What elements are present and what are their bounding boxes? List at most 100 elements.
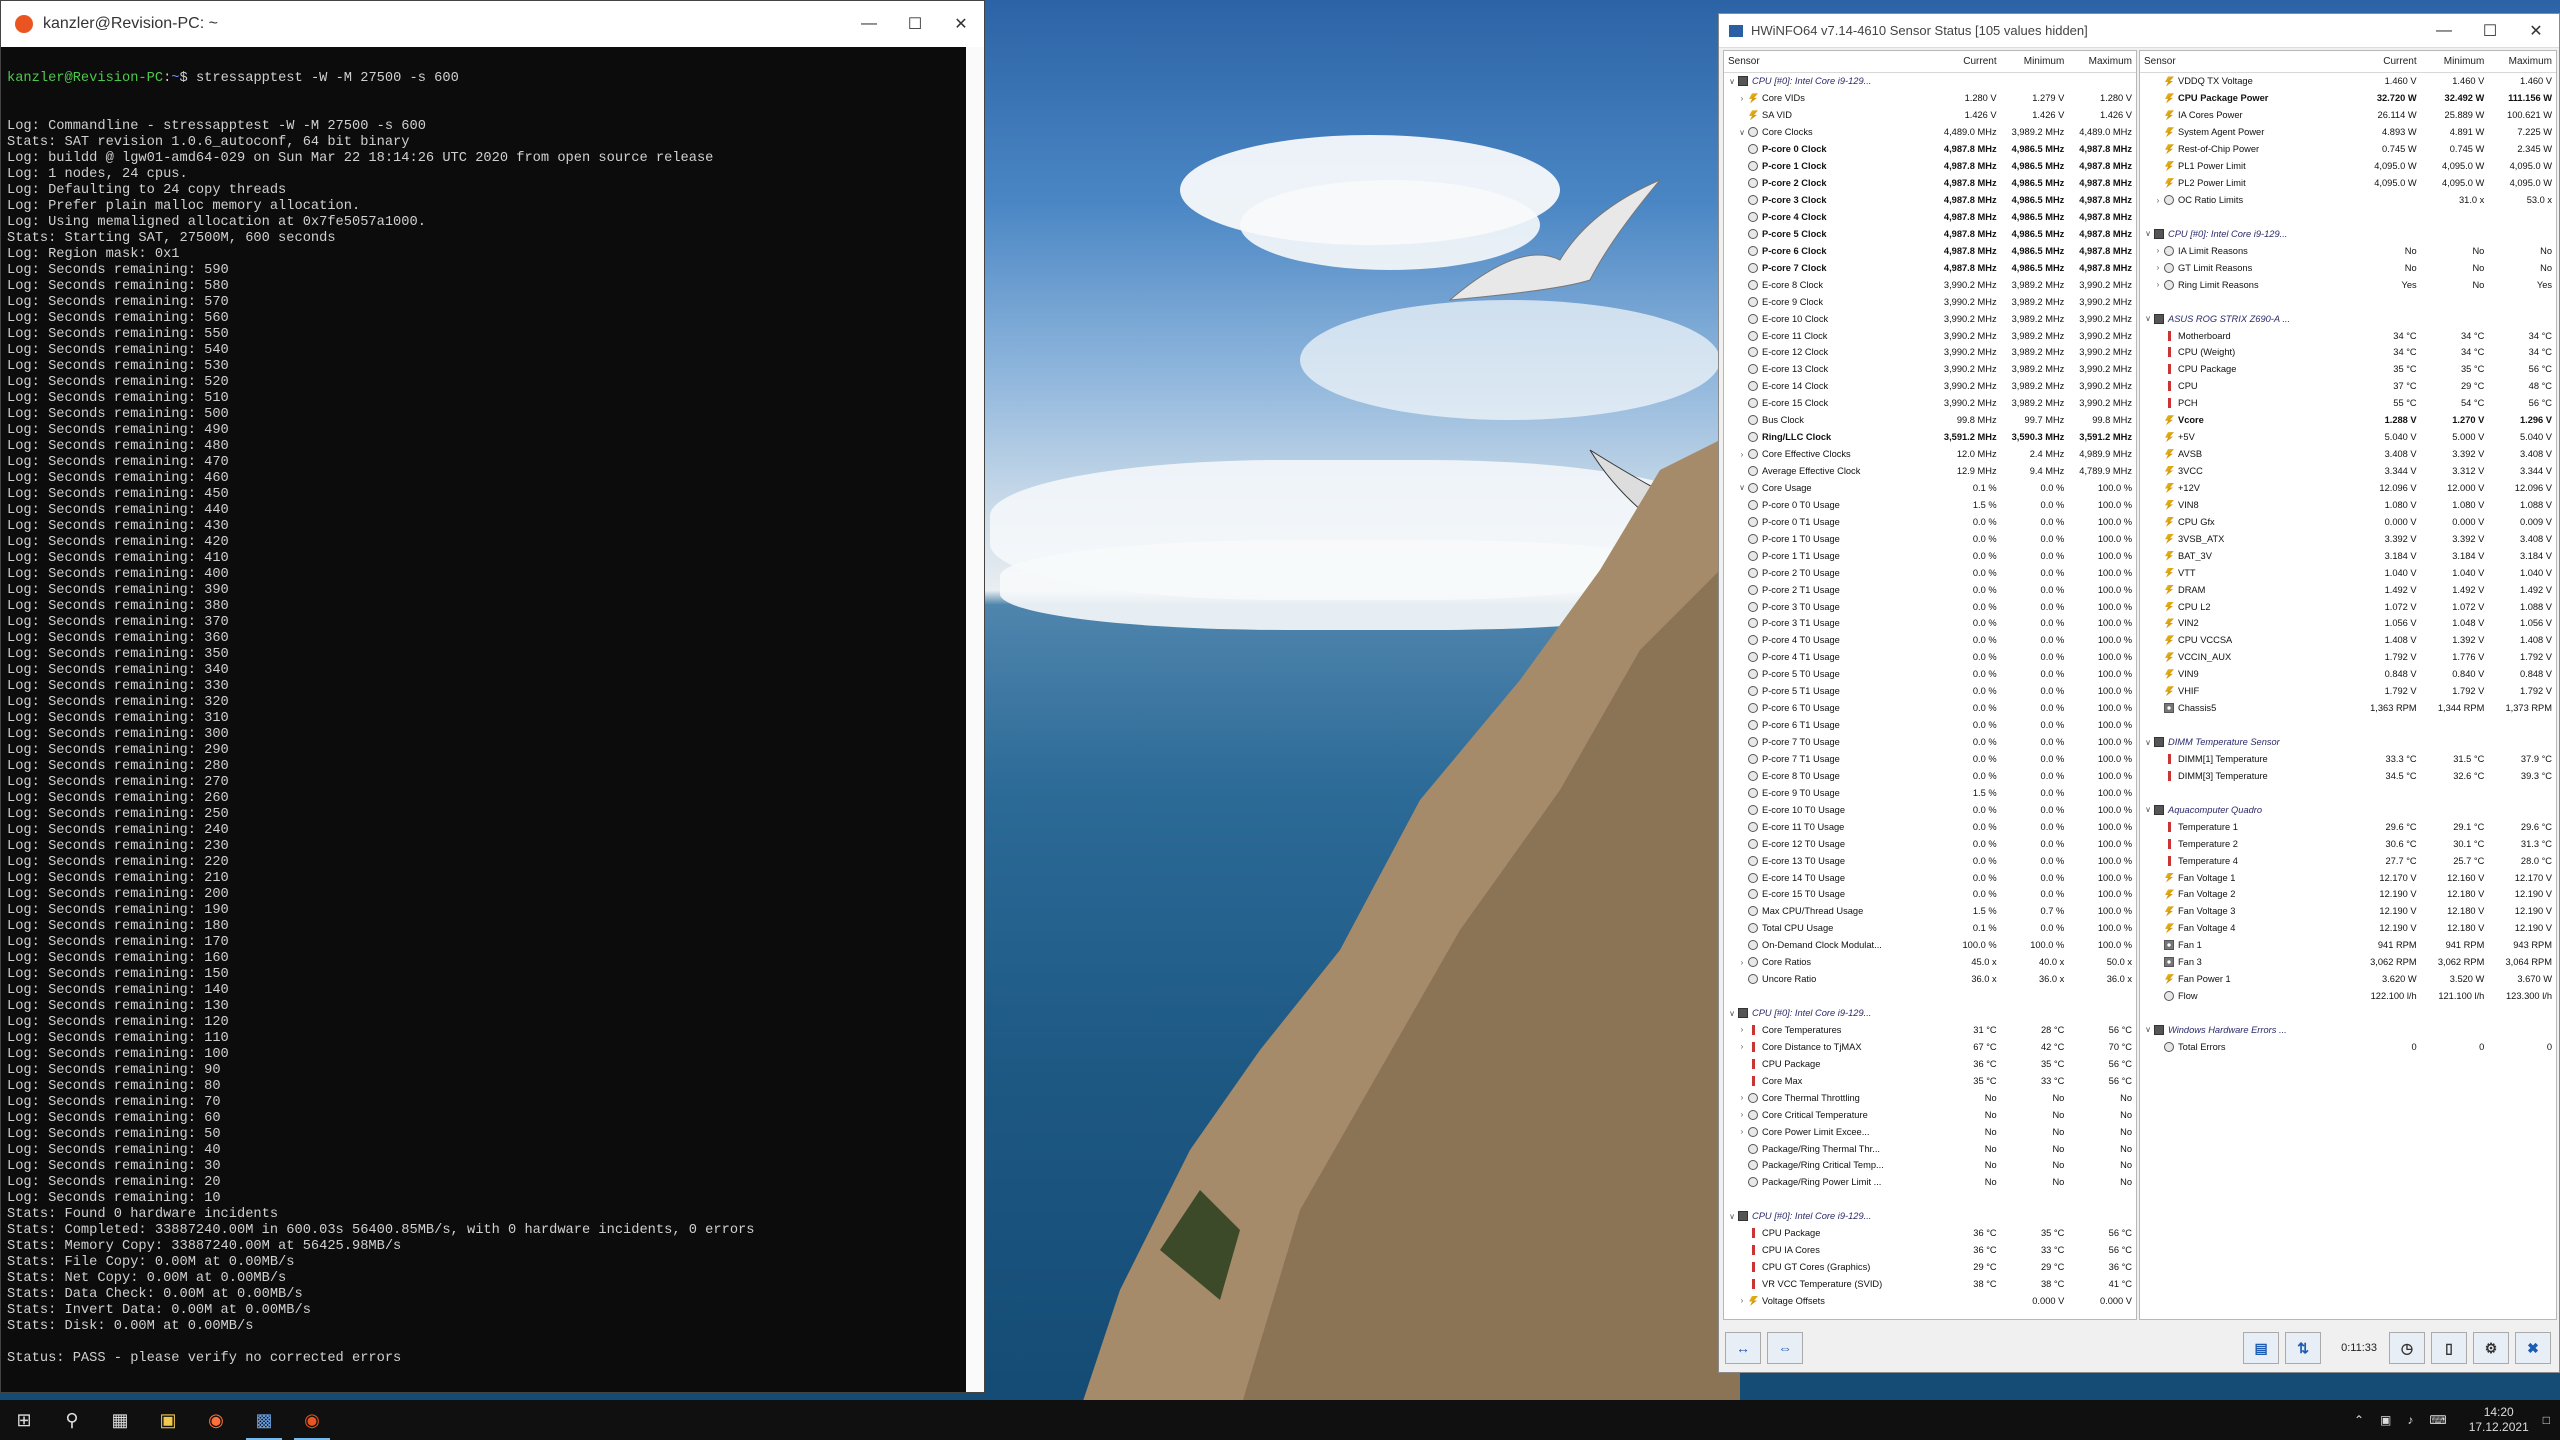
terminal-output[interactable]: kanzler@Revision-PC:~$ stressapptest -W … [7,39,967,1389]
sensor-list[interactable]: VDDQ TX Voltage 1.460 V 1.460 V 1.460 V CPU … [2140,73,2556,1055]
sensor-row[interactable]: On-Demand Clock Modulat... 100.0 % 100.0 %… [1724,937,2136,954]
sensor-row[interactable]: Package/Ring Power Limit ... No No No [1724,1174,2136,1191]
sensor-row[interactable]: VTT 1.040 V 1.040 V 1.040 V [2140,564,2556,581]
sensor-row[interactable]: › Core VIDs 1.280 V 1.279 V 1.280 V [1724,90,2136,107]
collapse-icon[interactable]: ∨ [1736,128,1748,137]
sensor-row[interactable]: CPU (Weight) 34 °C 34 °C 34 °C [2140,344,2556,361]
sensor-row[interactable]: P-core 0 Clock 4,987.8 MHz 4,986.5 MHz 4,98… [1724,141,2136,158]
sensor-row[interactable]: P-core 5 T1 Usage 0.0 % 0.0 % 100.0 % [1724,683,2136,700]
sensor-group-header[interactable]: ∨ DIMM Temperature Sensor [2140,733,2556,751]
collapse-icon[interactable]: ∨ [1726,1009,1738,1018]
sensor-row[interactable]: CPU Gfx 0.000 V 0.000 V 0.009 V [2140,513,2556,530]
sensor-group-header[interactable]: ∨ CPU [#0]: Intel Core i9-129... [1724,73,2136,90]
sensor-row[interactable]: › Core Critical Temperature No No No [1724,1106,2136,1123]
network-icon[interactable]: ▤ [2243,1332,2280,1364]
sensor-row[interactable]: P-core 3 T0 Usage 0.0 % 0.0 % 100.0 % [1724,598,2136,615]
sensor-row[interactable]: Temperature 4 27.7 °C 25.7 °C 28.0 °C [2140,852,2556,869]
expand-icon[interactable]: › [2152,246,2164,255]
col-current[interactable]: Current [1933,56,2001,67]
sensor-row[interactable]: IA Cores Power 26.114 W 25.889 W 100.621 W [2140,107,2556,124]
sensor-row[interactable]: P-core 2 Clock 4,987.8 MHz 4,986.5 MHz 4,98… [1724,175,2136,192]
expand-icon[interactable]: › [1736,450,1748,459]
expand-icon[interactable]: › [1736,94,1748,103]
sync-icon[interactable]: ⇅ [2285,1332,2322,1364]
sensor-row[interactable]: E-core 8 T0 Usage 0.0 % 0.0 % 100.0 % [1724,767,2136,784]
sensor-list[interactable]: ∨ CPU [#0]: Intel Core i9-129... › Core VID… [1724,73,2136,1309]
sensor-row[interactable]: E-core 9 T0 Usage 1.5 % 0.0 % 100.0 % [1724,784,2136,801]
sensor-row[interactable]: 3VCC 3.344 V 3.312 V 3.344 V [2140,463,2556,480]
sensor-row[interactable]: P-core 1 T0 Usage 0.0 % 0.0 % 100.0 % [1724,530,2136,547]
expand-icon[interactable]: › [1736,1042,1748,1051]
sensor-row[interactable]: P-core 5 Clock 4,987.8 MHz 4,986.5 MHz 4,98… [1724,225,2136,242]
sensor-row[interactable]: Temperature 1 29.6 °C 29.1 °C 29.6 °C [2140,818,2556,835]
report-icon[interactable]: ▯ [2431,1332,2467,1364]
collapse-icon[interactable]: ∨ [2142,805,2154,814]
sensor-row[interactable]: VIN8 1.080 V 1.080 V 1.088 V [2140,496,2556,513]
sensor-row[interactable]: E-core 8 Clock 3,990.2 MHz 3,989.2 MHz 3,99… [1724,276,2136,293]
sensor-row[interactable]: CPU VCCSA 1.408 V 1.392 V 1.408 V [2140,632,2556,649]
sensor-row[interactable]: E-core 12 Clock 3,990.2 MHz 3,989.2 MHz 3,9… [1724,344,2136,361]
sensor-row[interactable]: › Core Power Limit Excee... No No No [1724,1123,2136,1140]
collapse-icon[interactable]: ∨ [1726,77,1738,86]
close-icon[interactable]: ✖ [2515,1332,2551,1364]
sensor-row[interactable]: E-core 13 Clock 3,990.2 MHz 3,989.2 MHz 3,9… [1724,361,2136,378]
sensor-row[interactable]: P-core 4 T0 Usage 0.0 % 0.0 % 100.0 % [1724,632,2136,649]
col-minimum[interactable]: Minimum [2001,56,2069,67]
sensor-row[interactable]: E-core 9 Clock 3,990.2 MHz 3,989.2 MHz 3,99… [1724,293,2136,310]
sensor-row[interactable]: › Core Thermal Throttling No No No [1724,1089,2136,1106]
sensor-group-header[interactable]: ∨ Aquacomputer Quadro [2140,801,2556,819]
sensor-row[interactable]: P-core 6 T1 Usage 0.0 % 0.0 % 100.0 % [1724,717,2136,734]
sensor-row[interactable]: P-core 4 T1 Usage 0.0 % 0.0 % 100.0 % [1724,649,2136,666]
sensor-row[interactable]: VIN2 1.056 V 1.048 V 1.056 V [2140,615,2556,632]
sensor-row[interactable]: P-core 2 T1 Usage 0.0 % 0.0 % 100.0 % [1724,581,2136,598]
file-explorer-icon[interactable]: ▣ [144,1400,192,1440]
sensor-row[interactable]: P-core 7 Clock 4,987.8 MHz 4,986.5 MHz 4,98… [1724,259,2136,276]
sensor-row[interactable]: › Core Ratios 45.0 x 40.0 x 50.0 x [1724,954,2136,971]
notification-icon[interactable]: □ [2543,1413,2550,1427]
hwinfo-taskbar-icon[interactable]: ▩ [240,1400,288,1440]
sensor-row[interactable]: Package/Ring Critical Temp... No No No [1724,1157,2136,1174]
sensor-row[interactable]: Fan Voltage 1 12.170 V 12.160 V 12.170 V [2140,869,2556,886]
sensor-row[interactable]: DRAM 1.492 V 1.492 V 1.492 V [2140,581,2556,598]
sensor-row[interactable]: Motherboard 34 °C 34 °C 34 °C [2140,327,2556,344]
sensor-row[interactable]: Rest-of-Chip Power 0.745 W 0.745 W 2.345 W [2140,141,2556,158]
col-maximum[interactable]: Maximum [2488,56,2556,67]
expand-icon[interactable]: › [2152,196,2164,205]
sensor-row[interactable]: P-core 1 T1 Usage 0.0 % 0.0 % 100.0 % [1724,547,2136,564]
expand-icon[interactable]: › [1736,1025,1748,1034]
terminal-window[interactable]: kanzler@Revision-PC: ~ — ☐ ✕ kanzler@Rev… [0,0,985,1393]
expand-icon[interactable]: › [2152,263,2164,272]
sensor-row[interactable]: CPU Package Power 32.720 W 32.492 W 111.156… [2140,90,2556,107]
sensor-row[interactable]: P-core 1 Clock 4,987.8 MHz 4,986.5 MHz 4,98… [1724,158,2136,175]
arrows-left-right-icon[interactable]: ↔ [1725,1332,1761,1364]
expand-icon[interactable]: › [1736,1296,1748,1305]
sensor-row[interactable]: System Agent Power 4.893 W 4.891 W 7.225 W [2140,124,2556,141]
sensor-row[interactable]: 3VSB_ATX 3.392 V 3.392 V 3.408 V [2140,530,2556,547]
minimize-icon[interactable]: — [2421,14,2467,47]
sensor-row[interactable]: Fan 3 3,062 RPM 3,062 RPM 3,064 RPM [2140,954,2556,971]
language-icon[interactable]: ⌨ [2429,1413,2446,1427]
sensor-row[interactable]: CPU Package 36 °C 35 °C 56 °C [1724,1055,2136,1072]
hwinfo-window[interactable]: HWiNFO64 v7.14-4610 Sensor Status [105 v… [1718,13,2560,1373]
expand-icon[interactable]: › [2152,280,2164,289]
col-maximum[interactable]: Maximum [2068,56,2136,67]
sensor-row[interactable]: E-core 10 T0 Usage 0.0 % 0.0 % 100.0 % [1724,801,2136,818]
sensor-row[interactable]: P-core 7 T0 Usage 0.0 % 0.0 % 100.0 % [1724,734,2136,751]
sensor-row[interactable]: › Core Effective Clocks 12.0 MHz 2.4 MHz 4,9… [1724,446,2136,463]
collapse-icon[interactable]: ∨ [1726,1212,1738,1221]
sensor-row[interactable]: CPU 37 °C 29 °C 48 °C [2140,378,2556,395]
sensor-row[interactable]: Chassis5 1,363 RPM 1,344 RPM 1,373 RPM [2140,700,2556,717]
sensor-row[interactable]: › Core Distance to TjMAX 67 °C 42 °C 70 °C [1724,1038,2136,1055]
sensor-row[interactable]: VCCIN_AUX 1.792 V 1.776 V 1.792 V [2140,649,2556,666]
sensor-row[interactable]: SA VID 1.426 V 1.426 V 1.426 V [1724,107,2136,124]
sensor-row[interactable]: +12V 12.096 V 12.000 V 12.096 V [2140,480,2556,497]
sensor-row[interactable]: Total CPU Usage 0.1 % 0.0 % 100.0 % [1724,920,2136,937]
sensor-row[interactable]: VR VCC Temperature (SVID) 38 °C 38 °C 41 °C [1724,1276,2136,1293]
sensor-row[interactable]: DIMM[3] Temperature 34.5 °C 32.6 °C 39.3 °C [2140,767,2556,784]
sensor-row[interactable]: ∨ Core Clocks 4,489.0 MHz 3,989.2 MHz 4,489.… [1724,124,2136,141]
expand-icon[interactable]: › [1736,1093,1748,1102]
sensor-row[interactable]: P-core 4 Clock 4,987.8 MHz 4,986.5 MHz 4,98… [1724,209,2136,226]
sensor-row[interactable]: PL2 Power Limit 4,095.0 W 4,095.0 W 4,095.0… [2140,175,2556,192]
sensor-row[interactable]: Uncore Ratio 36.0 x 36.0 x 36.0 x [1724,971,2136,988]
chevron-up-icon[interactable]: ⌃ [2354,1413,2364,1427]
